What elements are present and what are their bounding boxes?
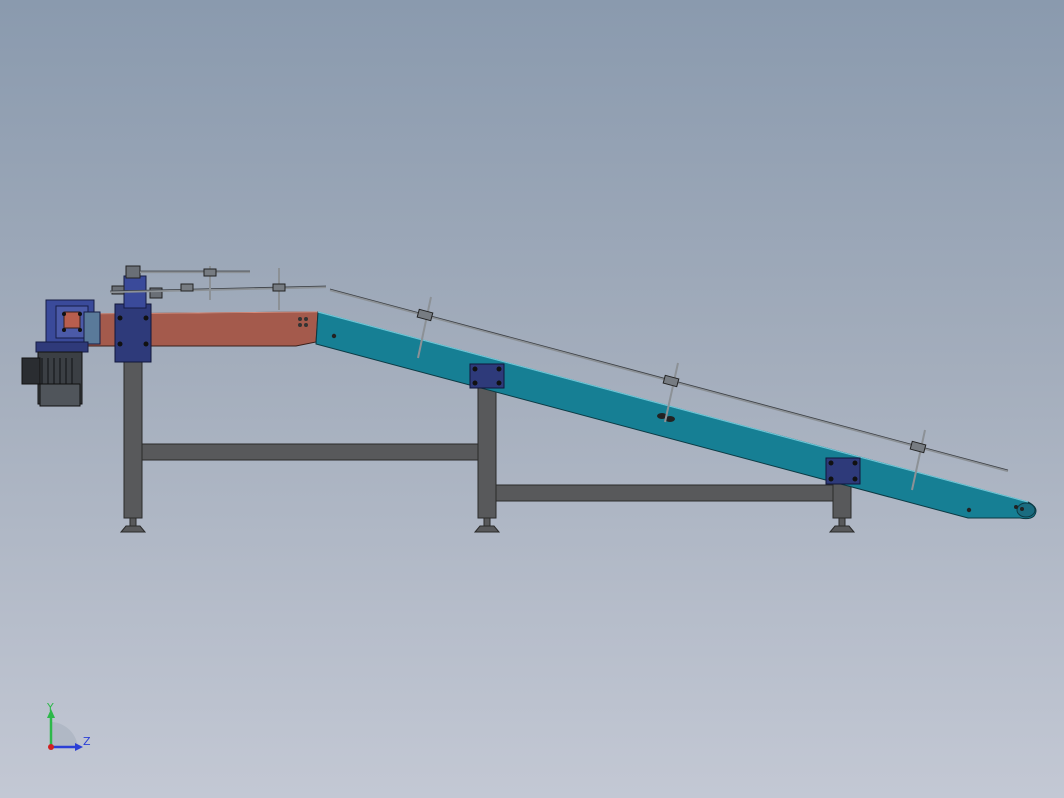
lower-cross-beam: [495, 484, 834, 502]
left-leg: [123, 349, 143, 519]
guide-rails: [109, 270, 1009, 473]
middle-leg: [477, 381, 497, 519]
y-axis-label: Y: [46, 701, 54, 714]
drive-unit: [35, 299, 101, 353]
cad-viewport[interactable]: Y Z: [0, 0, 1064, 798]
upper-cross-beam: [141, 443, 479, 461]
conveyor-drawing: Y Z: [21, 265, 1037, 751]
drive-plate: [83, 311, 101, 345]
leveling-feet: [119, 517, 856, 533]
motor-terminal-box: [21, 357, 41, 385]
tail-pulley: [1016, 502, 1036, 518]
origin-point: [48, 744, 54, 750]
electric-motor: [21, 351, 83, 407]
motor-fan-cover: [39, 383, 81, 407]
z-axis-label: Z: [83, 735, 91, 748]
left-bracket: [114, 303, 152, 363]
rail-clamps: [180, 268, 927, 454]
coordinate-triad: Y Z: [46, 701, 91, 751]
